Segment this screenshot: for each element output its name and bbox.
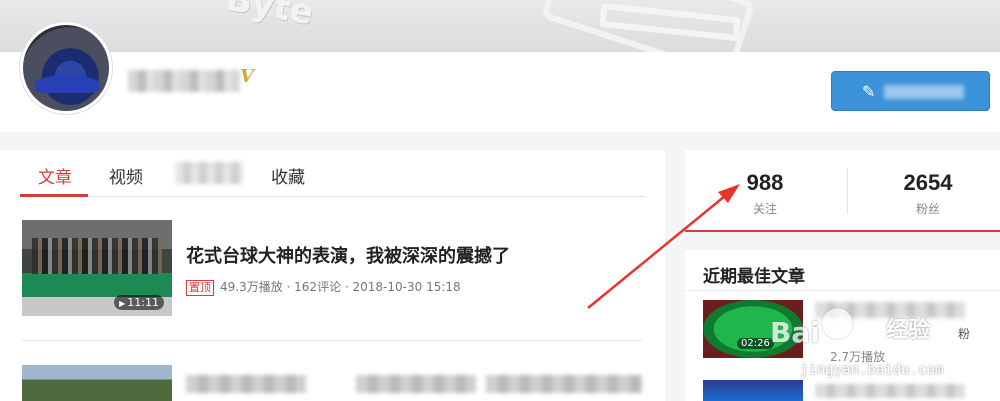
followers-stat[interactable]: 2654 粉丝: [853, 170, 1000, 217]
following-count: 988: [746, 170, 784, 195]
profile-banner: Byte: [0, 0, 1000, 52]
stats-card: 988 关注 2654 粉丝: [685, 150, 1000, 232]
article-item[interactable]: [22, 365, 642, 401]
article-stats: 49.3万播放 · 162评论 · 2018-10-30 15:18: [220, 280, 461, 294]
article-meta: 置顶 49.3万播放 · 162评论 · 2018-10-30 15:18: [186, 278, 461, 296]
best-article-thumbnail[interactable]: [703, 380, 803, 401]
paw-logo-icon: ●: [820, 298, 855, 344]
active-tab-indicator: [20, 194, 88, 197]
video-duration: ▶ 11:11: [114, 295, 164, 310]
followers-count: 2654: [903, 170, 953, 195]
banner-logo-text: Byte: [223, 0, 317, 34]
button-label-redacted: [884, 85, 964, 99]
tab-articles[interactable]: 文章: [38, 163, 72, 188]
username-redacted: [128, 70, 240, 92]
title-redacted: [815, 384, 965, 398]
title-redacted: [356, 375, 476, 393]
divider: [22, 340, 642, 341]
pencil-icon: ✎: [862, 82, 876, 101]
following-label: 关注: [752, 202, 777, 216]
best-articles-title: 近期最佳文章: [703, 267, 805, 287]
duration-text: 11:11: [127, 296, 159, 309]
following-stat[interactable]: 988 关注: [690, 170, 840, 217]
article-thumbnail[interactable]: ▶ 11:11: [22, 220, 172, 316]
article-thumbnail[interactable]: [22, 365, 172, 401]
article-title[interactable]: 花式台球大神的表演，我被深深的震撼了: [186, 242, 510, 268]
thumbnail-scene: [32, 238, 162, 274]
avatar[interactable]: [20, 22, 112, 114]
tab-favorites[interactable]: 收藏: [271, 163, 305, 188]
watermark-brand: Bai: [770, 316, 820, 349]
verified-icon: V: [240, 66, 254, 87]
divider: [847, 168, 848, 214]
followers-label: 粉丝: [915, 202, 940, 216]
best-article-suffix: 粉: [958, 327, 971, 341]
video-duration: 02:26: [737, 338, 774, 349]
article-item[interactable]: ▶ 11:11 花式台球大神的表演，我被深深的震撼了 置顶 49.3万播放 · 16…: [22, 220, 642, 340]
tab-videos[interactable]: 视频: [109, 163, 143, 188]
watermark-url: jingyan.baidu.com: [800, 362, 944, 378]
edit-profile-button[interactable]: ✎: [831, 71, 990, 111]
content-tabs: 文章 视频 收藏: [20, 150, 645, 197]
title-redacted: [186, 375, 306, 393]
pinned-badge: 置顶: [186, 280, 214, 296]
tab-redacted[interactable]: [175, 162, 243, 184]
content-panel: 文章 视频 收藏 ▶ 11:11 花式台球大神的表演，我被深深的震撼了 置顶 49.…: [0, 150, 665, 401]
title-redacted: [486, 375, 642, 393]
play-icon: ▶: [119, 299, 126, 308]
divider: [685, 290, 1000, 291]
watermark-cn: 经验: [886, 318, 931, 343]
